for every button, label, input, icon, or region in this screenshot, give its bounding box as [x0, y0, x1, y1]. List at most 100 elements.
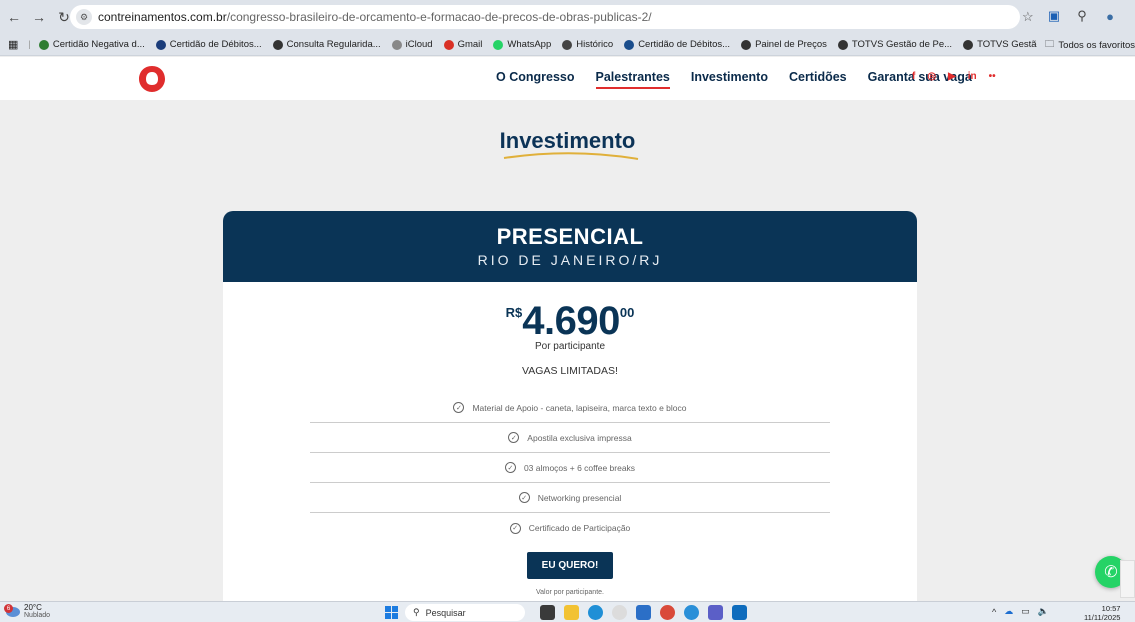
- price-value: 4.690: [522, 299, 620, 343]
- limited-spots: VAGAS LIMITADAS!: [522, 365, 618, 377]
- app-icon[interactable]: [636, 605, 651, 620]
- check-circle-icon: ✓: [509, 522, 521, 534]
- network-icon[interactable]: ▭: [1021, 606, 1030, 617]
- price-note: Valor por participante.: [536, 589, 604, 596]
- profile-icon[interactable]: ●: [1101, 7, 1119, 25]
- instagram-icon[interactable]: ◎: [927, 71, 936, 82]
- onedrive-icon[interactable]: ☁: [1004, 606, 1013, 617]
- back-icon[interactable]: ←: [3, 6, 25, 28]
- nav-certidoes[interactable]: Certidões: [789, 70, 847, 89]
- bookmark-label: iCloud: [405, 39, 433, 50]
- bookmark-item[interactable]: Consulta Regularida...: [272, 39, 381, 50]
- chrome-icon[interactable]: [612, 605, 627, 620]
- all-bookmarks-button[interactable]: 🗀 Todos os favoritos: [1036, 34, 1135, 55]
- weather-condition: Nublado: [24, 612, 51, 619]
- price-cents: 00: [619, 305, 635, 320]
- check-circle-icon: ✓: [518, 492, 530, 503]
- search-icon: ⚲: [413, 607, 420, 617]
- notification-badge: 6: [4, 604, 13, 613]
- bookmark-item[interactable]: iCloud: [391, 39, 433, 50]
- cloud-icon: 6: [4, 604, 20, 617]
- search-placeholder: Pesquisar: [425, 607, 466, 618]
- bookmark-favicon-icon: [963, 39, 974, 50]
- title-underline-decoration: [503, 152, 639, 160]
- brand-logo-icon[interactable]: [138, 65, 166, 93]
- windows-taskbar: 6 20°C Nublado ⚲ Pesquisar ^ ☁ ▭ 🔈 10:57…: [0, 601, 1135, 622]
- feature-label: Material de Apoio - caneta, lapiseira, m…: [472, 402, 687, 413]
- task-view-icon[interactable]: [540, 605, 555, 620]
- check-circle-icon: ✓: [508, 432, 520, 443]
- feature-label: 03 almoços + 6 coffee breaks: [523, 462, 636, 473]
- bookmark-item[interactable]: Certidão de Débitos...: [155, 39, 262, 50]
- nav-o-congresso[interactable]: O Congresso: [496, 70, 575, 89]
- price-currency: R$: [505, 305, 523, 320]
- volume-icon[interactable]: 🔈: [1038, 606, 1049, 617]
- taskbar-apps: [540, 605, 747, 620]
- bookmark-item[interactable]: Certidão Negativa d...: [38, 39, 145, 50]
- extension-icon[interactable]: ▣: [1045, 7, 1063, 25]
- price-per-participant: Por participante: [534, 341, 606, 352]
- list-item: ✓ Certificado de Participação: [310, 513, 830, 543]
- feature-label: Certificado de Participação: [528, 523, 631, 533]
- forward-icon[interactable]: →: [28, 6, 50, 28]
- pricing-card-header: PRESENCIAL RIO DE JANEIRO/RJ: [223, 211, 917, 282]
- bookmark-label: Histórico: [576, 39, 614, 50]
- all-bookmarks-label: Todos os favoritos: [1058, 39, 1135, 51]
- chrome-icon[interactable]: [660, 605, 675, 620]
- edge-icon[interactable]: [588, 605, 603, 620]
- youtube-icon[interactable]: ▶: [948, 71, 956, 82]
- eu-quero-button[interactable]: EU QUERO!: [527, 552, 613, 579]
- extensions-area: ▣ ⚲ ●: [1045, 7, 1119, 25]
- list-item: ✓ Apostila exclusiva impressa: [310, 423, 830, 453]
- facebook-icon[interactable]: f: [912, 71, 915, 82]
- apps-grid-icon[interactable]: ▦: [8, 38, 18, 51]
- address-bar[interactable]: ⚙ contreinamentos.com.br /congresso-bras…: [70, 5, 1020, 29]
- list-item: ✓ Networking presencial: [310, 483, 830, 513]
- nav-investimento[interactable]: Investimento: [691, 70, 768, 89]
- file-explorer-icon[interactable]: [564, 605, 579, 620]
- clock-date: 11/11/2025: [1084, 613, 1121, 622]
- linkedin-icon[interactable]: in: [968, 71, 977, 82]
- bookmark-label: Certidão de Débitos...: [638, 39, 731, 50]
- pricing-card: PRESENCIAL RIO DE JANEIRO/RJ R$4.69000 P…: [223, 211, 917, 606]
- app-icon[interactable]: [684, 605, 699, 620]
- recaptcha-badge: [1120, 560, 1135, 598]
- card-heading: PRESENCIAL: [496, 224, 644, 249]
- bookmark-label: Gmail: [457, 39, 483, 50]
- chevron-up-icon[interactable]: ^: [992, 607, 996, 617]
- bookmark-item[interactable]: Certidão de Débitos...: [624, 39, 730, 50]
- bookmark-label: Certidão Negativa d...: [52, 39, 145, 50]
- nav-palestrantes[interactable]: Palestrantes: [595, 70, 670, 89]
- url-domain: contreinamentos.com.br: [98, 10, 227, 24]
- flickr-icon[interactable]: ••: [989, 71, 996, 82]
- puzzle-icon[interactable]: ⚲: [1073, 7, 1091, 25]
- list-item: ✓ Material de Apoio - caneta, lapiseira, …: [310, 393, 830, 423]
- bookmark-item[interactable]: Painel de Preços: [741, 39, 827, 50]
- bookmark-favicon-icon: [391, 39, 402, 50]
- bookmark-label: TOTVS Gestão de Pe...: [851, 39, 953, 50]
- system-tray: ^ ☁ ▭ 🔈: [992, 606, 1049, 617]
- bookmark-item[interactable]: Histórico: [562, 39, 613, 50]
- windows-start-icon[interactable]: [385, 606, 398, 619]
- feature-label: Apostila exclusiva impressa: [527, 432, 632, 443]
- url-path: /congresso-brasileiro-de-orcamento-e-for…: [226, 10, 652, 24]
- site-info-icon[interactable]: ⚙: [76, 9, 92, 25]
- bookmark-favicon-icon: [837, 39, 848, 50]
- clock-time: 10:57: [1101, 604, 1121, 613]
- bookmark-label: Consulta Regularida...: [286, 39, 381, 50]
- outlook-icon[interactable]: [732, 605, 747, 620]
- taskbar-search[interactable]: ⚲ Pesquisar: [405, 604, 525, 621]
- browser-toolbar: ← → ↻ ⚙ contreinamentos.com.br /congress…: [0, 0, 1135, 34]
- bookmark-label: WhatsApp: [507, 39, 552, 50]
- check-circle-icon: ✓: [504, 462, 516, 473]
- teams-icon[interactable]: [708, 605, 723, 620]
- folder-icon: 🗀: [1044, 39, 1055, 50]
- bookmark-item[interactable]: WhatsApp: [493, 39, 551, 50]
- bookmark-favicon-icon: [741, 39, 752, 50]
- clock[interactable]: 10:57 11/11/2025: [1084, 604, 1120, 622]
- bookmark-item[interactable]: Gmail: [443, 39, 483, 50]
- list-item: ✓ 03 almoços + 6 coffee breaks: [310, 453, 830, 483]
- bookmark-star-icon[interactable]: ☆: [1022, 9, 1034, 25]
- bookmark-item[interactable]: TOTVS Gestão de Pe...: [837, 39, 953, 50]
- weather-widget[interactable]: 6 20°C Nublado: [4, 604, 51, 620]
